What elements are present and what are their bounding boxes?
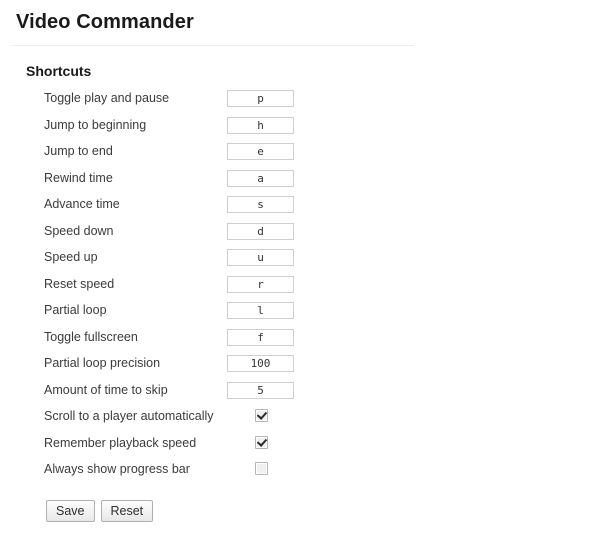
setting-text-input[interactable]	[227, 169, 294, 187]
header-divider	[12, 45, 414, 46]
setting-text-input[interactable]	[227, 196, 294, 213]
setting-label: Advance time	[44, 197, 120, 211]
setting-text-input[interactable]	[227, 381, 294, 399]
setting-row: Speed up	[0, 248, 612, 275]
setting-label: Partial loop	[44, 303, 107, 317]
setting-text-input[interactable]	[227, 116, 294, 134]
setting-row: Rewind time	[0, 169, 612, 196]
setting-row: Jump to beginning	[0, 116, 612, 143]
setting-label: Speed up	[44, 250, 98, 264]
setting-label: Rewind time	[44, 170, 113, 185]
setting-label: Partial loop precision	[44, 356, 161, 370]
save-button[interactable]: Save	[46, 500, 95, 522]
page-title: Video Commander	[16, 11, 194, 33]
setting-row: Remember playback speed	[0, 434, 612, 461]
setting-text-input[interactable]	[227, 302, 294, 319]
setting-row: Toggle play and pause	[0, 89, 612, 116]
setting-label: Toggle fullscreen	[44, 329, 138, 344]
setting-label: Toggle play and pause	[44, 91, 170, 105]
setting-text-input[interactable]	[227, 90, 294, 107]
setting-label: Jump to beginning	[44, 117, 147, 132]
setting-label: Reset speed	[44, 276, 115, 291]
setting-label: Jump to end	[44, 144, 113, 158]
options-page: Video Commander Shortcuts Toggle play an…	[0, 0, 612, 534]
setting-checkbox[interactable]	[255, 462, 268, 475]
setting-row: Advance time	[0, 195, 612, 222]
setting-checkbox[interactable]	[255, 409, 268, 422]
form-actions: Save Reset	[46, 500, 159, 522]
setting-label: Remember playback speed	[44, 435, 197, 450]
setting-text-input[interactable]	[227, 222, 294, 240]
setting-label: Scroll to a player automatically	[44, 409, 214, 423]
setting-text-input[interactable]	[227, 328, 294, 346]
setting-checkbox[interactable]	[255, 435, 268, 449]
setting-row: Partial loop	[0, 301, 612, 328]
setting-row: Amount of time to skip	[0, 381, 612, 408]
setting-label: Speed down	[44, 223, 114, 238]
setting-row: Toggle fullscreen	[0, 328, 612, 355]
shortcuts-form: Toggle play and pause Jump to beginning Ju…	[0, 89, 612, 487]
reset-button[interactable]: Reset	[100, 500, 154, 522]
setting-text-input[interactable]	[227, 249, 294, 266]
setting-label: Amount of time to skip	[44, 382, 168, 397]
shortcuts-section-heading: Shortcuts	[26, 63, 92, 79]
setting-row: Partial loop precision	[0, 354, 612, 381]
setting-text-input[interactable]	[227, 355, 294, 372]
setting-row: Jump to end	[0, 142, 612, 169]
setting-text-input[interactable]	[227, 275, 294, 293]
setting-row: Always show progress bar	[0, 460, 612, 487]
setting-row: Speed down	[0, 222, 612, 249]
setting-row: Reset speed	[0, 275, 612, 302]
setting-label: Always show progress bar	[44, 462, 190, 476]
setting-text-input[interactable]	[227, 143, 294, 160]
setting-row: Scroll to a player automatically	[0, 407, 612, 434]
